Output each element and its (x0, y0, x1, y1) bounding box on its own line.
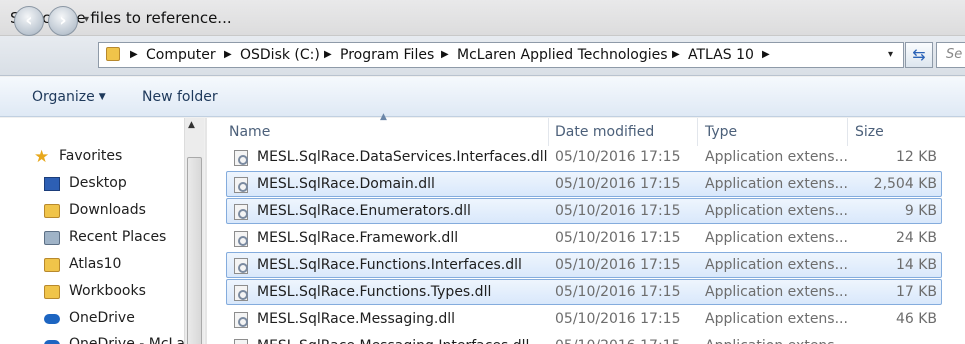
breadcrumb-separator-icon[interactable]: ▶ (324, 49, 332, 60)
file-name: MESL.SqlRace.Domain.dll (257, 176, 435, 192)
onedrive-cloud-icon (44, 340, 60, 344)
refresh-button[interactable]: ⇆ (905, 42, 933, 68)
folder-icon (44, 258, 60, 272)
dll-file-icon (234, 231, 248, 247)
file-type: Application extens... (705, 230, 848, 246)
organize-button[interactable]: Organize ▼ (32, 89, 106, 105)
recent-places-icon (44, 231, 60, 245)
file-name: MESL.SqlRace.Functions.Interfaces.dll (257, 257, 522, 273)
dll-file-icon (234, 312, 248, 328)
sidebar-item-label: OneDrive (69, 310, 135, 326)
dll-file-icon (234, 258, 248, 274)
sidebar-item-label: Workbooks (69, 283, 146, 299)
file-date-modified: 05/10/2016 17:15 (555, 311, 681, 327)
table-row[interactable]: MESL.SqlRace.Messaging.dll 05/10/2016 17:… (226, 306, 942, 332)
breadcrumb-item-atlas10[interactable]: ATLAS 10 (688, 47, 754, 63)
dll-file-icon (234, 285, 248, 301)
file-type: Application extens... (705, 176, 848, 192)
file-type: Application extens... (705, 257, 848, 273)
table-row[interactable]: MESL.SqlRace.DataServices.Interfaces.dll… (226, 144, 942, 170)
column-divider[interactable] (847, 118, 848, 146)
file-size: 2,504 KB (873, 176, 937, 192)
file-date-modified: 05/10/2016 17:15 (555, 203, 681, 219)
breadcrumb-item-program-files[interactable]: Program Files (340, 47, 434, 63)
file-type: Application extens... (705, 203, 848, 219)
dll-file-icon (234, 177, 248, 193)
desktop-icon (44, 177, 60, 191)
breadcrumb-separator-icon[interactable]: ▶ (130, 49, 138, 60)
file-date-modified: 05/10/2016 17:15 (555, 284, 681, 300)
forward-button[interactable]: › (48, 6, 78, 36)
file-size: 12 KB (895, 149, 937, 165)
back-button[interactable]: ‹ (14, 6, 44, 36)
file-date-modified: 05/10/2016 17:15 (555, 176, 681, 192)
scroll-up-icon[interactable]: ▲ (188, 120, 195, 130)
address-dropdown-icon[interactable]: ▾ (888, 49, 893, 60)
breadcrumb-item-mclaren[interactable]: McLaren Applied Technologies (457, 47, 668, 63)
sidebar-item-label: OneDrive - McLa (69, 336, 185, 344)
table-row[interactable]: MESL.SqlRace.Framework.dll 05/10/2016 17:… (226, 225, 942, 251)
organize-label: Organize (32, 89, 95, 105)
new-folder-button[interactable]: New folder (142, 89, 218, 105)
file-date-modified: 05/10/2016 17:15 (555, 149, 681, 165)
file-size: 46 KB (895, 311, 937, 327)
breadcrumb-separator-icon[interactable]: ▶ (762, 49, 770, 60)
file-name: MESL.SqlRace.Functions.Types.dll (257, 284, 492, 300)
table-row[interactable]: MESL.SqlRace.Functions.Interfaces.dll 05/… (226, 252, 942, 278)
sidebar-item-label: Favorites (59, 148, 123, 164)
file-type: Application extens... (705, 284, 848, 300)
file-size: 9 KB (904, 203, 937, 219)
title-bar: Select the files to reference... (0, 0, 965, 36)
star-icon: ★ (34, 147, 50, 167)
file-name: MESL.SqlRace.Messaging.Interfaces.dll (257, 338, 529, 344)
dll-file-icon (234, 150, 248, 166)
table-row[interactable]: MESL.SqlRace.Enumerators.dll 05/10/2016 1… (226, 198, 942, 224)
table-row[interactable]: MESL.SqlRace.Functions.Types.dll 05/10/20… (226, 279, 942, 305)
sidebar-item-label: Recent Places (69, 229, 167, 245)
column-divider[interactable] (548, 118, 549, 146)
breadcrumb-separator-icon[interactable]: ▶ (441, 49, 449, 60)
column-divider[interactable] (697, 118, 698, 146)
file-size: 17 KB (895, 284, 937, 300)
column-header-type[interactable]: Type (705, 124, 737, 140)
recent-locations-dropdown[interactable]: ▾ (84, 14, 89, 25)
file-date-modified: 05/10/2016 17:15 (555, 257, 681, 273)
file-name: MESL.SqlRace.Enumerators.dll (257, 203, 471, 219)
scrollbar-thumb[interactable] (187, 157, 202, 344)
file-size: 24 KB (895, 230, 937, 246)
column-header-date[interactable]: Date modified (555, 124, 654, 140)
table-row[interactable]: MESL.SqlRace.Domain.dll 05/10/2016 17:15 A… (226, 171, 942, 197)
file-date-modified: 05/10/2016 17:15 (555, 230, 681, 246)
sidebar-item-label: Desktop (69, 175, 127, 191)
column-header-size[interactable]: Size (855, 124, 884, 140)
breadcrumb-item-computer[interactable]: Computer (146, 47, 216, 63)
dll-file-icon (234, 204, 248, 220)
table-row[interactable]: MESL.SqlRace.Messaging.Interfaces.dll 05/… (226, 333, 942, 344)
folder-icon (106, 47, 120, 61)
sidebar-item-label: Atlas10 (69, 256, 122, 272)
file-name: MESL.SqlRace.Messaging.dll (257, 311, 455, 327)
downloads-folder-icon (44, 204, 60, 218)
chevron-down-icon: ▼ (98, 92, 106, 102)
breadcrumb-separator-icon[interactable]: ▶ (672, 49, 680, 60)
breadcrumb-item-osdisk[interactable]: OSDisk (C:) (240, 47, 320, 63)
file-size: 14 KB (895, 257, 937, 273)
file-name: MESL.SqlRace.Framework.dll (257, 230, 459, 246)
sidebar-item-label: Downloads (69, 202, 146, 218)
file-name: MESL.SqlRace.DataServices.Interfaces.dll (257, 149, 548, 165)
file-type: Application extens... (705, 149, 848, 165)
dll-file-icon (234, 339, 248, 344)
search-placeholder: Se (946, 47, 963, 62)
sort-ascending-icon: ▲ (380, 112, 387, 122)
column-header-name[interactable]: Name (229, 124, 270, 140)
file-type: Application extens... (705, 338, 848, 344)
file-type: Application extens... (705, 311, 848, 327)
breadcrumb-separator-icon[interactable]: ▶ (224, 49, 232, 60)
file-date-modified: 05/10/2016 17:15 (555, 338, 681, 344)
folder-icon (44, 285, 60, 299)
onedrive-cloud-icon (44, 314, 60, 324)
